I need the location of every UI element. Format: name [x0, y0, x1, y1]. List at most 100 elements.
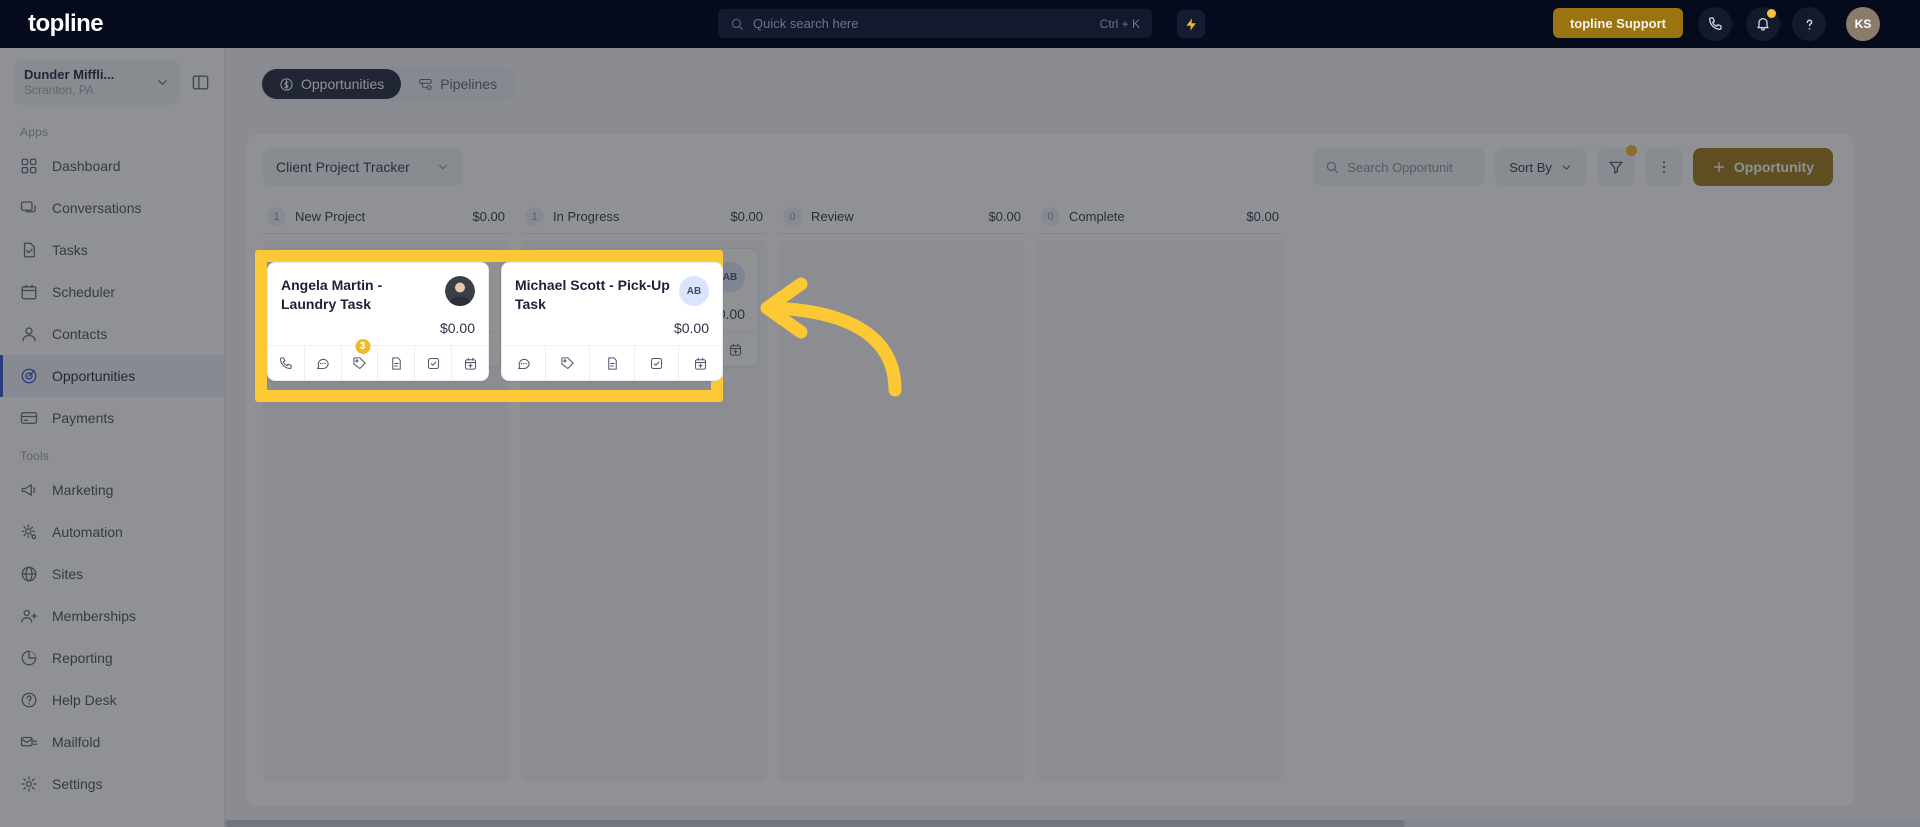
tag-icon: [353, 356, 366, 369]
sidebar-item-memberships[interactable]: Memberships: [0, 595, 224, 637]
kanban-column: 0 Review $0.00: [779, 200, 1025, 782]
sidebar-item-opportunities[interactable]: Opportunities: [0, 355, 224, 397]
card-action-document[interactable]: [378, 346, 416, 380]
column-title: Review: [811, 209, 854, 224]
pie-chart-icon: [21, 650, 37, 666]
user-avatar[interactable]: KS: [1846, 7, 1880, 41]
message-icon: [317, 358, 329, 369]
card-action-checkbox[interactable]: [635, 346, 679, 380]
column-header: 1 In Progress $0.00: [521, 200, 767, 234]
sidebar-item-automation[interactable]: Automation: [0, 511, 224, 553]
sidebar-collapse-button[interactable]: [186, 69, 214, 97]
card-action-phone[interactable]: [268, 346, 305, 380]
help-circle-icon: [21, 692, 37, 708]
message-icon: [518, 358, 530, 369]
settings-gear-icon: [21, 776, 37, 792]
card-action-calendar-add[interactable]: [452, 346, 488, 380]
kanban-column: 0 Complete $0.00: [1037, 200, 1283, 782]
card-action-bar: [502, 345, 722, 380]
sidebar-item-label: Scheduler: [52, 284, 116, 300]
opportunity-card[interactable]: Michael Scott - Pick-Up Task AB $0.00: [501, 262, 723, 381]
column-header: 1 New Project $0.00: [263, 200, 509, 234]
tab-opportunities[interactable]: Opportunities: [262, 69, 402, 99]
chevron-down-icon: [158, 80, 167, 85]
users-icon: [21, 609, 38, 623]
global-search-input[interactable]: Quick search here Ctrl + K: [718, 9, 1152, 38]
card-amount: $0.00: [439, 320, 475, 336]
sidebar-item-label: Help Desk: [52, 692, 117, 708]
filter-button[interactable]: [1596, 145, 1637, 186]
sidebar-item-conversations[interactable]: Conversations: [0, 187, 224, 229]
sidebar-item-payments[interactable]: Payments: [0, 397, 224, 439]
sidebar: Dunder Miffli... Scranton, PA Apps Dashbo…: [0, 48, 225, 827]
horizontal-scrollbar-track[interactable]: [225, 820, 1920, 827]
sort-by-button[interactable]: Sort By: [1495, 148, 1587, 186]
dashboard-icon: [21, 158, 37, 174]
sidebar-item-settings[interactable]: Settings: [0, 763, 224, 805]
sidebar-item-label: Marketing: [52, 482, 114, 498]
sidebar-item-scheduler[interactable]: Scheduler: [0, 271, 224, 313]
quick-actions-button[interactable]: [1177, 10, 1205, 38]
question-mark-icon: [1806, 19, 1812, 30]
sidebar-navigation: Apps Dashboard Conversations Tasks Scheduler…: [0, 115, 224, 805]
card-amount: $0.00: [673, 320, 709, 336]
card-action-message[interactable]: [305, 346, 342, 380]
search-opportunities-input[interactable]: Search Opportunit: [1313, 148, 1486, 186]
column-amount: $0.00: [988, 209, 1021, 224]
tab-group: Opportunities Pipelines: [259, 66, 518, 102]
support-button[interactable]: topline Support: [1552, 8, 1683, 38]
sidebar-item-label: Dashboard: [52, 158, 121, 174]
card-action-checkbox[interactable]: [415, 346, 453, 380]
card-action-tag[interactable]: [546, 346, 591, 380]
sidebar-group-label: Tools: [20, 449, 50, 463]
column-header: 0 Review $0.00: [779, 200, 1025, 234]
sidebar-item-label: Memberships: [52, 608, 137, 624]
more-options-button[interactable]: [1644, 148, 1683, 186]
sidebar-item-contacts[interactable]: Contacts: [0, 313, 224, 355]
sidebar-item-mailfold[interactable]: Mailfold: [0, 721, 224, 763]
column-title: Complete: [1069, 209, 1125, 224]
app-root: topline Quick search here Ctrl + K topli…: [0, 0, 1920, 827]
sidebar-item-reporting[interactable]: Reporting: [0, 637, 224, 679]
sidebar-item-marketing[interactable]: Marketing: [0, 469, 224, 511]
opportunities-panel: Client Project Tracker Search Opportunit…: [247, 134, 1853, 806]
calendar-add-icon: [694, 357, 706, 370]
gear-icon: [21, 524, 37, 540]
column-header: 0 Complete $0.00: [1037, 200, 1283, 234]
card-action-tag[interactable]: 3: [342, 339, 379, 380]
column-body[interactable]: [1037, 240, 1283, 782]
sidebar-item-sites[interactable]: Sites: [0, 553, 224, 595]
notifications-button[interactable]: [1746, 7, 1780, 41]
add-opportunity-button[interactable]: Opportunity: [1692, 148, 1833, 186]
tab-bar: Opportunities Pipelines: [225, 48, 1920, 102]
card-action-message[interactable]: [502, 346, 547, 380]
card-avatar: [445, 276, 475, 306]
card-action-calendar-add[interactable]: [679, 346, 722, 380]
filter-active-badge: [1625, 145, 1637, 156]
sidebar-item-label: Settings: [52, 776, 103, 792]
document-icon: [392, 356, 401, 370]
target-icon: [21, 368, 37, 384]
location-selector[interactable]: Dunder Miffli... Scranton, PA: [14, 60, 180, 105]
column-amount: $0.00: [730, 209, 763, 224]
calendar-add-icon: [730, 343, 742, 356]
top-navigation-bar: topline Quick search here Ctrl + K topli…: [0, 0, 1920, 48]
sidebar-item-label: Mailfold: [52, 734, 101, 750]
pipeline-selector[interactable]: Client Project Tracker: [263, 148, 463, 186]
tab-pipelines[interactable]: Pipelines: [401, 69, 514, 99]
calendar-add-icon: [464, 357, 476, 370]
sidebar-item-label: Automation: [52, 524, 123, 540]
opportunity-card[interactable]: Angela Martin - Laundry Task $0.00 3: [267, 262, 489, 381]
sidebar-item-help-desk[interactable]: Help Desk: [0, 679, 224, 721]
sidebar-item-tasks[interactable]: Tasks: [0, 229, 224, 271]
sidebar-item-dashboard[interactable]: Dashboard: [0, 145, 224, 187]
help-button[interactable]: [1792, 7, 1826, 41]
column-body[interactable]: [779, 240, 1025, 782]
app-logo[interactable]: topline: [28, 10, 104, 38]
sidebar-item-label: Reporting: [52, 650, 113, 666]
card-title: Angela Martin - Laundry Task: [281, 277, 383, 312]
highlighted-cards-group: Angela Martin - Laundry Task $0.00 3 Michae…: [267, 262, 723, 381]
horizontal-scrollbar-thumb[interactable]: [225, 820, 1405, 827]
card-action-document[interactable]: [590, 346, 635, 380]
call-button[interactable]: [1698, 7, 1732, 41]
